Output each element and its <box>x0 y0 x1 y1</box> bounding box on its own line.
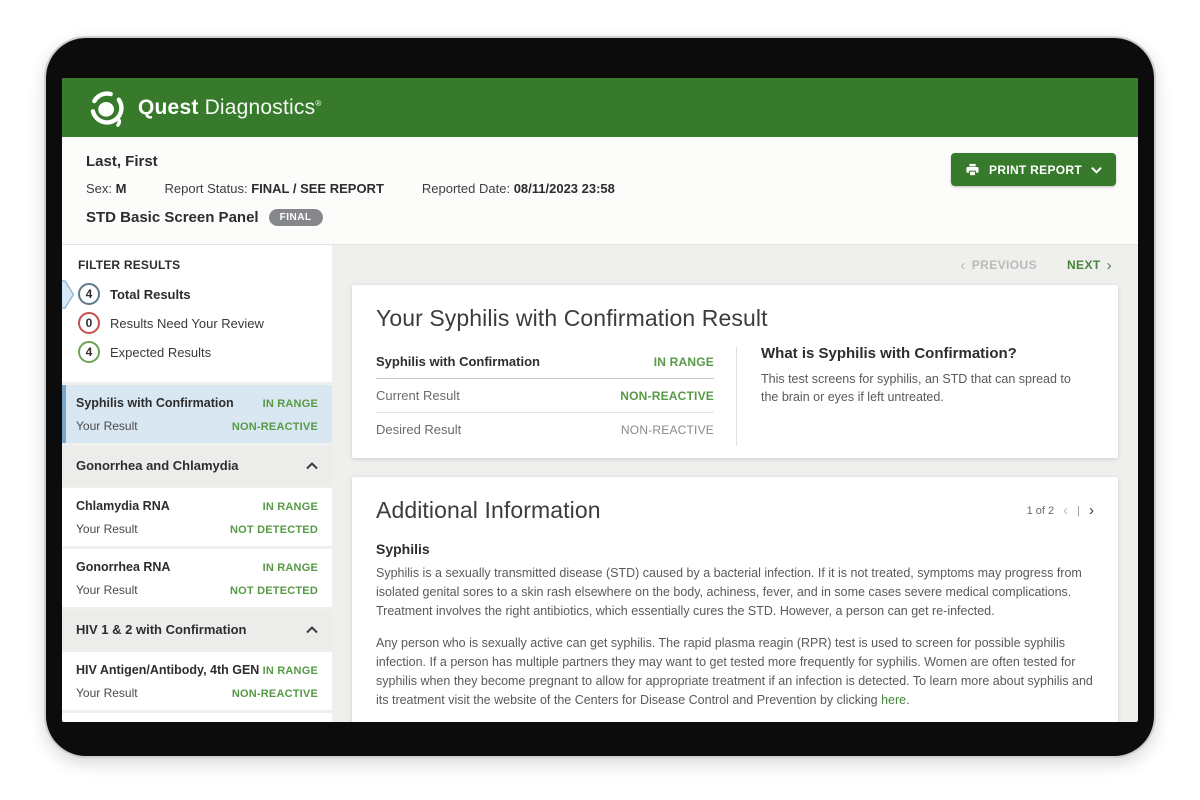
row-label: Current Result <box>376 388 460 403</box>
test-name: HIV Antigen/Antibody, 4th GEN <box>76 663 260 677</box>
test-name: Gonorrhea RNA <box>76 560 171 574</box>
next-label: NEXT <box>1066 258 1101 272</box>
need-review-count: 0 <box>78 312 100 334</box>
additional-info-title: Additional Information <box>376 497 601 523</box>
chevron-right-icon: › <box>1106 256 1112 274</box>
selected-filter-arrow-icon <box>62 280 75 314</box>
total-results-count: 4 <box>78 283 100 305</box>
filter-label: Total Results <box>110 286 191 302</box>
page-indicator: 1 of 2 <box>1026 504 1055 517</box>
table-row: Desired Result NON-REACTIVE <box>376 413 714 446</box>
table-row: Syphilis with Confirmation IN RANGE <box>376 345 714 379</box>
filter-total-results[interactable]: 4 Total Results <box>62 280 316 309</box>
result-card-title: Your Syphilis with Confirmation Result <box>376 305 768 331</box>
info-pagination: 1 of 2 ‹ | › <box>1027 503 1094 518</box>
about-test-text: This test screens for syphilis, an STD t… <box>761 372 1071 405</box>
result-value: NON-REACTIVE <box>231 688 318 700</box>
sidebar-filler <box>62 713 332 722</box>
result-label: Your Result <box>76 583 138 597</box>
sidebar-group-gonorrhea-chlamydia[interactable]: Gonorrhea and Chlamydia <box>62 446 332 485</box>
table-row: Current Result NON-REACTIVE <box>376 379 714 413</box>
chevron-up-icon <box>306 625 318 633</box>
result-table: Syphilis with Confirmation IN RANGE Curr… <box>376 345 714 446</box>
filter-results-heading: FILTER RESULTS <box>78 258 181 272</box>
print-report-button[interactable]: PRINT REPORT <box>951 153 1116 186</box>
chevron-down-icon <box>1091 166 1102 174</box>
vertical-divider <box>736 347 737 446</box>
next-result-button[interactable]: NEXT › <box>1067 258 1112 273</box>
info-paragraph-2: Any person who is sexually active can ge… <box>376 634 1094 709</box>
patient-info-bar: Last, First Sex: M Report Status: FINAL … <box>62 137 1138 245</box>
paragraph-text: Any person who is sexually active can ge… <box>376 636 1093 707</box>
row-value: NON-REACTIVE <box>620 388 714 403</box>
pagination-separator: | <box>1077 504 1080 517</box>
chevron-up-icon <box>306 461 318 469</box>
page-next-icon[interactable]: › <box>1089 503 1094 518</box>
sidebar-item-hiv-antigen[interactable]: HIV Antigen/Antibody, 4th GEN IN RANGE Y… <box>62 652 332 710</box>
group-name: Gonorrhea and Chlamydia <box>76 458 239 473</box>
test-name: Chlamydia RNA <box>76 499 170 513</box>
sidebar-item-chlamydia-rna[interactable]: Chlamydia RNA IN RANGE Your Result NOT D… <box>62 488 332 546</box>
page-prev-icon[interactable]: ‹ <box>1063 503 1068 518</box>
result-label: Your Result <box>76 686 138 700</box>
additional-info-card: Additional Information 1 of 2 ‹ | › Syph… <box>352 477 1118 722</box>
expected-results-count: 4 <box>78 341 100 363</box>
status-badge: IN RANGE <box>262 501 318 513</box>
paragraph-text: . <box>906 692 910 707</box>
app-header: Quest Diagnostics® <box>62 78 1138 137</box>
status-badge: IN RANGE <box>262 562 318 574</box>
status-badge: IN RANGE <box>262 398 318 410</box>
result-label: Your Result <box>76 522 138 536</box>
sidebar-item-gonorrhea-rna[interactable]: Gonorrhea RNA IN RANGE Your Result NOT D… <box>62 549 332 607</box>
row-value: NON-REACTIVE <box>620 422 714 437</box>
brand-wordmark: Quest Diagnostics® <box>138 95 322 119</box>
result-value: NON-REACTIVE <box>231 421 318 433</box>
result-label: Your Result <box>76 419 138 433</box>
row-label: Syphilis with Confirmation <box>376 354 540 369</box>
sidebar-group-hiv[interactable]: HIV 1 & 2 with Confirmation <box>62 610 332 649</box>
panel-title: STD Basic Screen Panel <box>86 209 259 226</box>
tablet-frame: Quest Diagnostics® Last, First Sex: M Re… <box>46 38 1154 756</box>
status-badge: IN RANGE <box>262 665 318 677</box>
screen: Quest Diagnostics® Last, First Sex: M Re… <box>62 78 1138 722</box>
result-navigation: ‹ PREVIOUS NEXT › <box>352 245 1118 285</box>
print-report-label: PRINT REPORT <box>989 162 1082 177</box>
report-status: Report Status: FINAL / SEE REPORT <box>164 181 384 196</box>
row-label: Desired Result <box>376 422 462 437</box>
filter-label: Expected Results <box>110 344 212 360</box>
results-sidebar: FILTER RESULTS 4 Total Results 0 Results… <box>62 245 332 722</box>
group-name: HIV 1 & 2 with Confirmation <box>76 622 247 637</box>
filter-expected-results[interactable]: 4 Expected Results <box>78 341 316 363</box>
quest-q-icon <box>90 90 124 127</box>
result-value: NOT DETECTED <box>230 585 318 597</box>
syphilis-result-card: Your Syphilis with Confirmation Result S… <box>352 285 1118 458</box>
quest-logo: Quest Diagnostics® <box>86 87 321 129</box>
test-name: Syphilis with Confirmation <box>76 396 234 410</box>
reported-date: Reported Date: 08/11/2023 23:58 <box>421 181 615 196</box>
sidebar-item-syphilis[interactable]: Syphilis with Confirmation IN RANGE Your… <box>62 385 332 443</box>
previous-label: PREVIOUS <box>971 258 1037 272</box>
row-value: IN RANGE <box>653 354 714 369</box>
patient-sex: Sex: M <box>86 181 127 196</box>
cdc-here-link[interactable]: here <box>881 693 906 707</box>
info-section-title: Syphilis <box>376 541 430 557</box>
printer-icon <box>966 163 979 176</box>
chevron-left-icon: ‹ <box>960 256 966 274</box>
filter-label: Results Need Your Review <box>110 315 264 331</box>
filter-need-review[interactable]: 0 Results Need Your Review <box>78 312 316 334</box>
previous-result-button[interactable]: ‹ PREVIOUS <box>960 258 1037 273</box>
info-paragraph-1: Syphilis is a sexually transmitted disea… <box>376 566 1082 618</box>
final-status-badge: FINAL <box>268 209 323 226</box>
about-test-section: What is Syphilis with Confirmation? This… <box>761 345 1094 446</box>
about-test-title: What is Syphilis with Confirmation? <box>761 345 1017 362</box>
filter-results-panel: FILTER RESULTS 4 Total Results 0 Results… <box>62 245 332 382</box>
result-value: NOT DETECTED <box>230 524 318 536</box>
main-content: ‹ PREVIOUS NEXT › Your Syphilis with Con… <box>332 245 1138 722</box>
